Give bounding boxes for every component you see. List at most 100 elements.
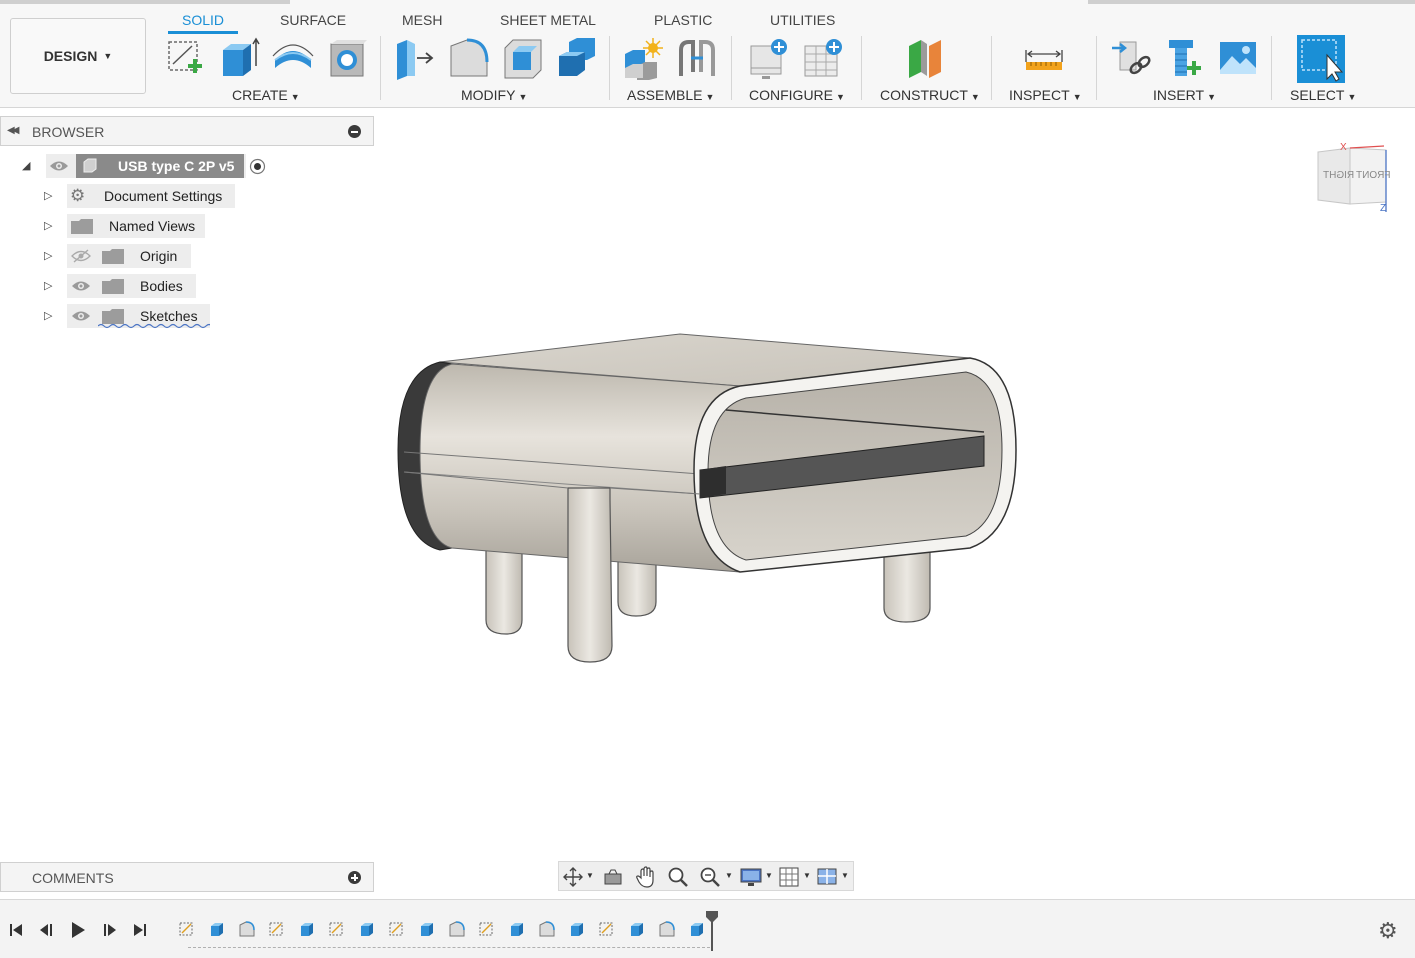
combine-button[interactable]: [555, 36, 599, 80]
eye-icon[interactable]: [71, 279, 91, 293]
chevron-down-icon[interactable]: ▼: [725, 871, 733, 880]
skip-to-end-icon[interactable]: [132, 922, 148, 938]
eye-icon[interactable]: [71, 309, 91, 323]
timeline-extrude-icon[interactable]: [358, 920, 376, 938]
timeline-sketch-icon[interactable]: [328, 920, 346, 938]
eye-icon[interactable]: [49, 159, 69, 173]
timeline-extrude-icon[interactable]: [628, 920, 646, 938]
skip-to-start-icon[interactable]: [8, 922, 24, 938]
extrude-button[interactable]: [217, 36, 261, 80]
pan-hand-icon[interactable]: [635, 866, 657, 888]
workspace-switcher-button[interactable]: DESIGN ▼: [10, 18, 146, 94]
step-forward-icon[interactable]: [100, 922, 118, 938]
insert-derive-button[interactable]: [1110, 36, 1154, 80]
chevron-down-icon[interactable]: ▼: [765, 871, 773, 880]
tab-utilities[interactable]: UTILITIES: [770, 12, 835, 28]
select-menu[interactable]: SELECT ▼: [1290, 87, 1356, 103]
modify-menu[interactable]: MODIFY ▼: [461, 87, 527, 103]
press-pull-button[interactable]: [393, 36, 437, 80]
configuration-table-button[interactable]: [802, 36, 846, 80]
toolbar-top-strip-left: [0, 0, 290, 4]
timeline-extrude-icon[interactable]: [418, 920, 436, 938]
collapse-triangle-icon[interactable]: ◢: [22, 159, 30, 172]
chevron-down-icon[interactable]: ▼: [586, 871, 594, 880]
insert-menu[interactable]: INSERT ▼: [1153, 87, 1216, 103]
browser-item-bodies[interactable]: ▷ Bodies: [0, 274, 200, 298]
tab-mesh[interactable]: MESH: [402, 12, 442, 28]
configure-menu[interactable]: CONFIGURE ▼: [749, 87, 845, 103]
usb-c-model-viewport[interactable]: [390, 325, 1030, 670]
timeline-extrude-icon[interactable]: [208, 920, 226, 938]
expand-triangle-icon[interactable]: ▷: [44, 309, 52, 322]
browser-item-sketches[interactable]: ▷ Sketches: [0, 304, 215, 329]
expand-triangle-icon[interactable]: ▷: [44, 219, 52, 232]
browser-item-origin[interactable]: ▷ Origin: [0, 244, 195, 268]
activate-radio-icon[interactable]: [249, 158, 266, 175]
collapse-panel-icon[interactable]: ◀◀: [7, 125, 20, 136]
insert-canvas-button[interactable]: [1216, 36, 1260, 80]
shell-button[interactable]: [501, 36, 545, 80]
add-comment-icon[interactable]: [348, 871, 361, 884]
tab-sheet-metal[interactable]: SHEET METAL: [500, 12, 596, 28]
comments-title: COMMENTS: [32, 870, 114, 886]
timeline-settings-gear-icon[interactable]: ⚙: [1378, 918, 1398, 944]
expand-triangle-icon[interactable]: ▷: [44, 279, 52, 292]
measure-button[interactable]: [1022, 36, 1066, 80]
orbit-icon[interactable]: [563, 867, 585, 887]
construct-menu[interactable]: CONSTRUCT ▼: [880, 87, 980, 103]
create-menu[interactable]: CREATE ▼: [232, 87, 300, 103]
display-settings-icon[interactable]: [739, 867, 763, 887]
inspect-menu[interactable]: INSPECT ▼: [1009, 87, 1082, 103]
joint-button[interactable]: [675, 36, 719, 80]
timeline-fillet-icon[interactable]: [658, 920, 676, 938]
viewcube[interactable]: RIGHT FRONT X Z: [1310, 142, 1394, 218]
chevron-down-icon[interactable]: ▼: [841, 871, 849, 880]
timeline-fillet-icon[interactable]: [448, 920, 466, 938]
viewcube-right-face[interactable]: RIGHT: [1323, 170, 1354, 181]
step-back-icon[interactable]: [38, 922, 56, 938]
assemble-menu[interactable]: ASSEMBLE ▼: [627, 87, 714, 103]
timeline-extrude-icon[interactable]: [298, 920, 316, 938]
browser-root-node[interactable]: ◢ USB type C 2P v5: [0, 154, 280, 178]
tab-plastic[interactable]: PLASTIC: [654, 12, 712, 28]
origin-label: Origin: [140, 248, 178, 264]
eye-hidden-icon[interactable]: [71, 249, 91, 263]
timeline-sketch-icon[interactable]: [178, 920, 196, 938]
timeline-extrude-icon[interactable]: [568, 920, 586, 938]
hole-button[interactable]: [325, 36, 369, 80]
timeline-marker[interactable]: [704, 911, 720, 953]
browser-item-document-settings[interactable]: ▷ ⚙ Document Settings: [0, 184, 240, 208]
tab-solid[interactable]: SOLID: [182, 12, 224, 28]
look-at-icon[interactable]: [603, 868, 623, 886]
timeline-sketch-icon[interactable]: [268, 920, 286, 938]
minimize-panel-icon[interactable]: [348, 125, 361, 138]
configure-design-button[interactable]: [748, 36, 792, 80]
fillet-button[interactable]: [447, 36, 491, 80]
timeline-fillet-icon[interactable]: [538, 920, 556, 938]
chevron-down-icon[interactable]: ▼: [803, 871, 811, 880]
select-button[interactable]: [1297, 35, 1345, 83]
tab-surface[interactable]: SURFACE: [280, 12, 346, 28]
navigation-toolbar: ▼ ▼ ▼ ▼ ▼: [558, 861, 854, 891]
create-sketch-button[interactable]: [164, 36, 208, 80]
comments-panel-header[interactable]: COMMENTS: [0, 862, 374, 892]
expand-triangle-icon[interactable]: ▷: [44, 189, 52, 202]
grid-settings-icon[interactable]: [779, 867, 799, 887]
expand-triangle-icon[interactable]: ▷: [44, 249, 52, 262]
timeline-sketch-icon[interactable]: [388, 920, 406, 938]
play-icon[interactable]: [70, 921, 86, 939]
offset-plane-button[interactable]: [905, 36, 949, 80]
timeline-extrude-icon[interactable]: [508, 920, 526, 938]
timeline-sketch-icon[interactable]: [598, 920, 616, 938]
browser-item-named-views[interactable]: ▷ Named Views: [0, 214, 210, 238]
folder-icon: [102, 309, 124, 324]
zoom-icon[interactable]: [667, 866, 689, 888]
viewports-icon[interactable]: [817, 867, 837, 887]
insert-mcmaster-button[interactable]: [1163, 36, 1207, 80]
viewcube-front-face[interactable]: FRONT: [1356, 170, 1390, 181]
fit-zoom-icon[interactable]: [699, 866, 721, 888]
revolve-button[interactable]: [271, 36, 315, 80]
timeline-fillet-icon[interactable]: [238, 920, 256, 938]
timeline-sketch-icon[interactable]: [478, 920, 496, 938]
new-component-button[interactable]: [621, 36, 665, 80]
